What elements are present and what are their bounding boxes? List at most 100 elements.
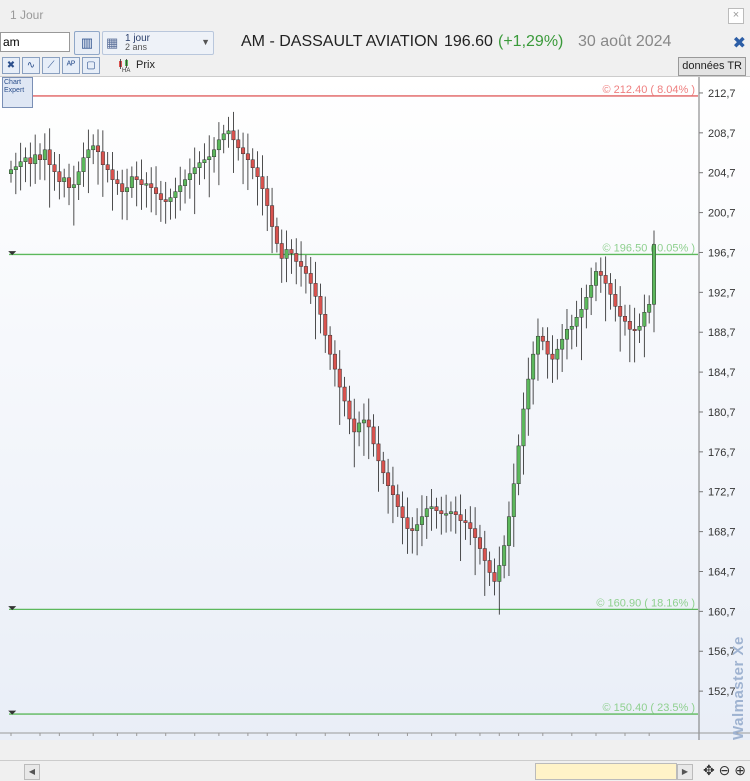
candlestick-chart[interactable]: 212,7 208,7 204,7 200,7 196,7 192,7 188,7 184,7… <box>0 77 750 756</box>
candle-body <box>187 173 192 180</box>
candle-body <box>42 149 47 160</box>
candle-body <box>47 149 52 165</box>
candle-body <box>260 176 265 189</box>
scroll-left-icon[interactable]: ◀ <box>24 764 40 780</box>
candle-body <box>120 183 125 192</box>
candle-body <box>154 187 159 194</box>
candle-body <box>540 335 545 342</box>
candle-body <box>139 179 144 185</box>
y-tick-label: 164,7 <box>708 566 736 578</box>
candle-body <box>144 183 149 186</box>
ap-icon[interactable]: ᴬᴾ <box>62 57 80 74</box>
tools-icon[interactable]: ✖ <box>2 57 20 74</box>
chart-toolbar: ✖ ∿ ⟋ ᴬᴾ ▢ HA Prix données TR <box>0 56 750 77</box>
horizontal-scrollbar[interactable]: ◀ ▶ ✥ ⊖ ⊕ <box>0 760 750 781</box>
candle-body <box>647 304 652 313</box>
period-selector[interactable]: ▦ 1 jour 2 ans ▼ <box>102 31 214 55</box>
price-level-label: © 160.90 ( 18.16% ) <box>596 597 695 609</box>
candle-body <box>221 133 226 141</box>
book-icon[interactable]: ▥ <box>74 31 100 55</box>
y-tick-label: 212,7 <box>708 88 736 100</box>
indicator-icon[interactable]: ∿ <box>22 57 40 74</box>
alarm-icon: ⏷ <box>8 706 17 719</box>
candle-body <box>308 273 313 284</box>
y-tick-label: 188,7 <box>708 327 736 339</box>
y-tick-label: 204,7 <box>708 168 736 180</box>
candle-body <box>71 184 76 188</box>
close-icon[interactable]: × <box>728 8 744 24</box>
chart-expert-button[interactable]: Chart Expert <box>2 77 33 108</box>
y-tick-label: 168,7 <box>708 527 736 539</box>
candle-body <box>62 177 67 182</box>
candle-body <box>613 294 618 307</box>
candle-body <box>419 516 424 525</box>
y-tick-label: 172,7 <box>708 487 736 499</box>
candle-body <box>38 154 42 160</box>
candle-body <box>434 506 439 511</box>
candle-body <box>381 460 386 474</box>
price-series-label[interactable]: Prix <box>136 59 155 71</box>
candle-body <box>555 348 560 360</box>
candle-body <box>598 271 603 276</box>
navigation-icons[interactable]: ✥ ⊖ ⊕ <box>703 762 746 779</box>
chart-expert-label: Chart Expert <box>4 79 25 94</box>
candle-body <box>212 149 217 158</box>
candle-body <box>395 494 400 507</box>
candle-body <box>23 157 28 162</box>
symbol-input[interactable] <box>0 32 70 52</box>
candle-body <box>265 188 270 206</box>
candle-body <box>115 179 120 184</box>
candle-body <box>448 511 453 514</box>
candle-body <box>134 176 139 180</box>
candle-body <box>574 317 579 327</box>
candle-body <box>100 151 105 165</box>
scroll-thumb[interactable] <box>535 763 677 780</box>
window-titlebar: 1 Jour × <box>0 0 750 31</box>
candle-body <box>603 275 608 284</box>
candle-body <box>342 386 347 402</box>
candle-body <box>477 537 482 549</box>
last-price: 196.60 <box>444 33 493 50</box>
candle-body <box>284 249 289 259</box>
price-level-label: © 212.40 ( 8.04% ) <box>603 84 696 96</box>
candle-body <box>270 205 275 227</box>
tools-icon[interactable]: ✖ <box>733 33 746 53</box>
candle-body <box>274 226 279 244</box>
candle-body <box>347 400 352 420</box>
candle-body <box>197 162 202 168</box>
scroll-right-icon[interactable]: ▶ <box>677 764 693 780</box>
candle-body <box>299 261 304 267</box>
candle-body <box>289 249 294 254</box>
candle-body <box>560 338 565 350</box>
candle-body <box>506 516 511 546</box>
drawing-icon[interactable]: ⟋ <box>42 57 60 74</box>
candle-body <box>579 309 584 318</box>
candle-body <box>52 164 57 172</box>
candle-body <box>424 508 429 517</box>
candle-body <box>192 167 197 174</box>
chart-area[interactable]: 212,7 208,7 204,7 200,7 196,7 192,7 188,7 184,7… <box>0 77 750 756</box>
candle-body <box>405 517 410 529</box>
candle-body <box>521 408 526 447</box>
window-icon[interactable]: ▢ <box>82 57 100 74</box>
candle-body <box>294 253 299 262</box>
candle-body <box>618 306 623 317</box>
candle-body <box>526 378 531 410</box>
price-level-label: © 150.40 ( 23.5% ) <box>603 702 696 714</box>
candle-body <box>632 328 637 331</box>
candle-body <box>429 506 434 509</box>
candle-body <box>125 187 130 192</box>
candle-body <box>33 154 38 164</box>
period-range: 2 ans <box>125 42 148 52</box>
candle-body <box>216 139 221 151</box>
y-tick-label: 184,7 <box>708 367 736 379</box>
data-source-label[interactable]: données TR <box>678 57 746 76</box>
y-tick-label: 208,7 <box>708 128 736 140</box>
candle-body <box>386 472 391 487</box>
candle-body <box>57 171 62 182</box>
candle-body <box>110 169 115 180</box>
candle-body <box>492 572 497 582</box>
candle-body <box>473 528 478 538</box>
candle-body <box>458 514 463 521</box>
candle-body <box>463 520 468 523</box>
